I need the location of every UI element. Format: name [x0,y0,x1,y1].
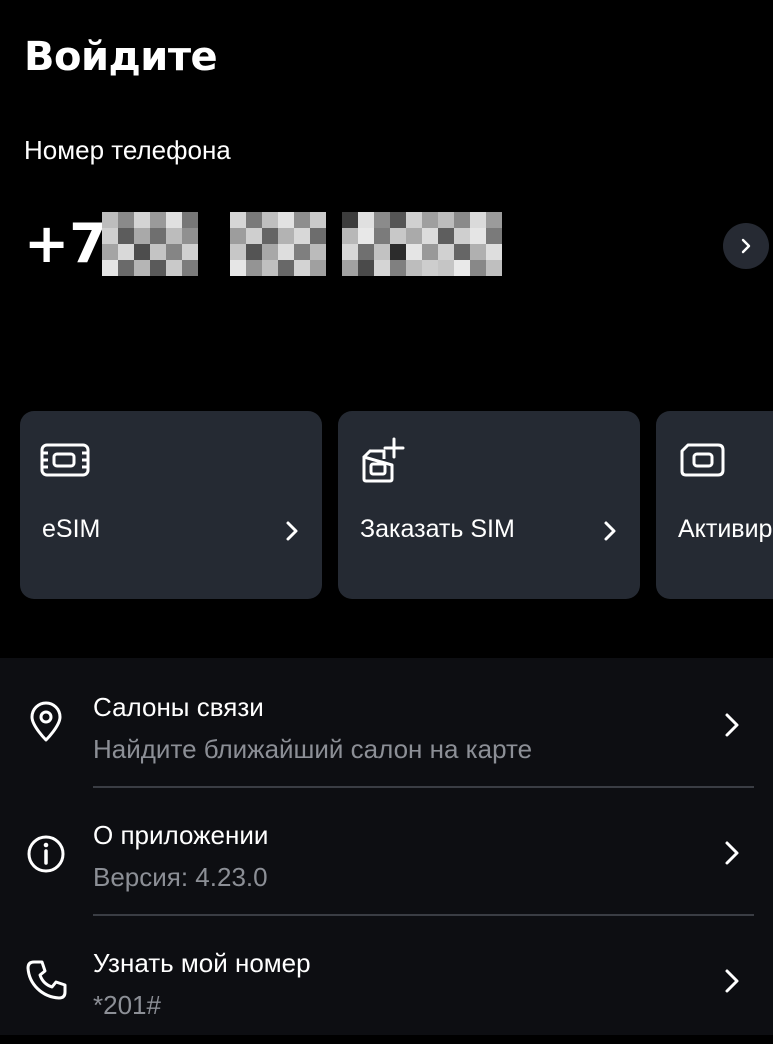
chevron-right-icon [604,521,616,541]
list-item-title: Узнать мой номер [93,948,311,978]
list-item-title: Салоны связи [93,692,264,722]
chevron-right-icon [286,521,298,541]
country-code: +7 [24,212,107,275]
chevron-right-icon [741,238,751,254]
sim-actions-carousel[interactable]: eSIM Заказать SIM Активир [20,411,773,599]
phone-number-label: Номер телефона [24,135,231,165]
card-label: Заказать SIM [360,515,515,543]
masked-digits-group-4 [438,212,502,276]
list-item-subtitle: Версия: 4.23.0 [93,862,268,892]
card-label: eSIM [42,515,101,543]
activate-sim-card[interactable]: Активир [656,411,773,599]
card-label: Активир [678,515,773,543]
info-icon [27,835,65,873]
location-pin-icon [30,701,62,742]
list-item-my-number[interactable]: Узнать мой номер *201# [0,916,773,1044]
masked-digits-group-3 [342,212,438,276]
chevron-right-icon [725,969,739,993]
info-list: Салоны связи Найдите ближайший салон на … [0,658,773,1035]
list-item-subtitle: Найдите ближайший салон на карте [93,734,533,764]
list-item-about[interactable]: О приложении Версия: 4.23.0 [0,788,773,916]
masked-digits-group-2 [230,212,326,276]
sim-card-icon [680,443,725,477]
esim-card[interactable]: eSIM [20,411,322,599]
esim-chip-icon [40,443,90,477]
chevron-right-icon [725,841,739,865]
phone-icon [26,960,67,1000]
phone-number-field[interactable]: +7 [24,208,773,284]
order-sim-card[interactable]: Заказать SIM [338,411,640,599]
sim-add-icon [362,437,405,483]
list-item-title: О приложении [93,820,269,850]
chevron-right-icon [725,713,739,737]
page-title: Войдите [24,34,218,80]
list-item-subtitle: *201# [93,990,161,1020]
list-item-stores[interactable]: Салоны связи Найдите ближайший салон на … [0,658,773,786]
continue-button[interactable] [723,223,769,269]
masked-digits-group-1 [102,212,198,276]
